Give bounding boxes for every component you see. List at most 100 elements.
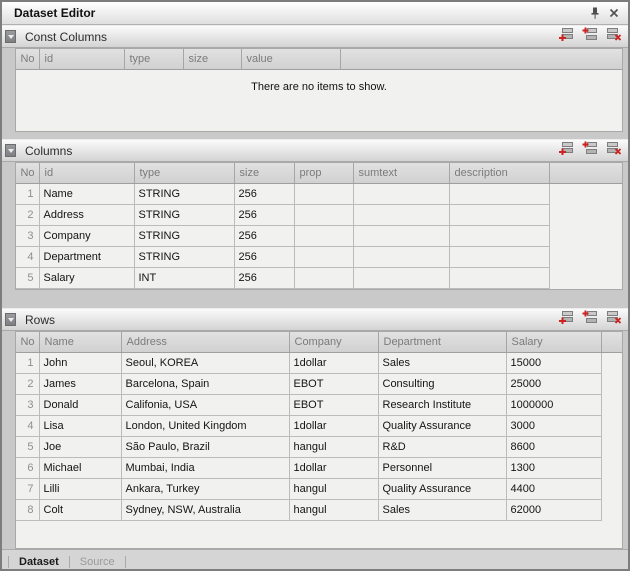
cell[interactable]: 1000000 <box>506 395 601 416</box>
row-number[interactable]: 3 <box>16 395 39 416</box>
cell[interactable]: hangul <box>289 479 378 500</box>
cell[interactable]: Quality Assurance <box>378 479 506 500</box>
column-header-no[interactable]: No <box>16 332 39 353</box>
cell[interactable]: EBOT <box>289 374 378 395</box>
tab-dataset[interactable]: Dataset <box>9 556 69 568</box>
cell[interactable]: hangul <box>289 437 378 458</box>
cell[interactable]: Joe <box>39 437 121 458</box>
cell[interactable]: Lisa <box>39 416 121 437</box>
cell[interactable]: Sales <box>378 353 506 374</box>
cell[interactable]: London, United Kingdom <box>121 416 289 437</box>
cell[interactable]: São Paulo, Brazil <box>121 437 289 458</box>
pin-icon[interactable] <box>585 5 604 22</box>
row-number[interactable]: 2 <box>16 205 39 226</box>
cell[interactable]: 1dollar <box>289 416 378 437</box>
cell[interactable]: 1dollar <box>289 353 378 374</box>
insert-row-icon[interactable] <box>582 141 598 160</box>
cell[interactable]: Quality Assurance <box>378 416 506 437</box>
cell[interactable]: Mumbai, India <box>121 458 289 479</box>
delete-row-icon[interactable] <box>606 27 622 46</box>
cell[interactable]: 25000 <box>506 374 601 395</box>
row-number[interactable]: 1 <box>16 353 39 374</box>
cell[interactable]: Sales <box>378 500 506 521</box>
add-row-icon[interactable] <box>558 141 574 160</box>
cell[interactable]: 256 <box>234 205 294 226</box>
cell[interactable] <box>449 184 549 205</box>
column-header-prop[interactable]: prop <box>294 163 353 184</box>
cell[interactable]: 256 <box>234 226 294 247</box>
cell[interactable]: INT <box>134 268 234 289</box>
cell[interactable]: 256 <box>234 247 294 268</box>
row-number[interactable]: 5 <box>16 268 39 289</box>
cell[interactable]: Personnel <box>378 458 506 479</box>
row-number[interactable]: 6 <box>16 458 39 479</box>
cell[interactable]: Seoul, KOREA <box>121 353 289 374</box>
row-number[interactable]: 4 <box>16 416 39 437</box>
column-header-department[interactable]: Department <box>378 332 506 353</box>
cell[interactable]: 62000 <box>506 500 601 521</box>
cell[interactable]: Michael <box>39 458 121 479</box>
column-header-company[interactable]: Company <box>289 332 378 353</box>
cell[interactable]: Barcelona, Spain <box>121 374 289 395</box>
cell[interactable] <box>449 268 549 289</box>
insert-row-icon[interactable] <box>582 310 598 329</box>
cell[interactable] <box>353 268 449 289</box>
add-row-icon[interactable] <box>558 27 574 46</box>
cell[interactable]: STRING <box>134 205 234 226</box>
cell[interactable]: 1300 <box>506 458 601 479</box>
cell[interactable] <box>294 268 353 289</box>
chevron-down-icon[interactable] <box>5 30 16 43</box>
cell[interactable] <box>294 184 353 205</box>
cell[interactable]: 3000 <box>506 416 601 437</box>
cell[interactable] <box>449 205 549 226</box>
column-header-name[interactable]: Name <box>39 332 121 353</box>
cell[interactable]: 256 <box>234 268 294 289</box>
close-icon[interactable] <box>604 5 623 22</box>
cell[interactable]: James <box>39 374 121 395</box>
cell[interactable]: EBOT <box>289 395 378 416</box>
cell[interactable]: Sydney, NSW, Australia <box>121 500 289 521</box>
cell[interactable]: 256 <box>234 184 294 205</box>
cell[interactable]: Lilli <box>39 479 121 500</box>
cell[interactable]: Donald <box>39 395 121 416</box>
cell[interactable] <box>294 247 353 268</box>
column-header-size[interactable]: size <box>183 49 241 70</box>
column-header-type[interactable]: type <box>124 49 183 70</box>
cell[interactable]: Name <box>39 184 134 205</box>
column-header-sumtext[interactable]: sumtext <box>353 163 449 184</box>
tab-source[interactable]: Source <box>70 556 125 568</box>
cell[interactable] <box>449 226 549 247</box>
chevron-down-icon[interactable] <box>5 313 16 326</box>
delete-row-icon[interactable] <box>606 310 622 329</box>
cell[interactable] <box>353 205 449 226</box>
column-header-salary[interactable]: Salary <box>506 332 601 353</box>
cell[interactable]: STRING <box>134 184 234 205</box>
cell[interactable]: Ankara, Turkey <box>121 479 289 500</box>
cell[interactable]: Consulting <box>378 374 506 395</box>
cell[interactable]: 1dollar <box>289 458 378 479</box>
cell[interactable]: Department <box>39 247 134 268</box>
cell[interactable]: 4400 <box>506 479 601 500</box>
column-header-size[interactable]: size <box>234 163 294 184</box>
insert-row-icon[interactable] <box>582 27 598 46</box>
cell[interactable]: Colt <box>39 500 121 521</box>
cell[interactable]: 15000 <box>506 353 601 374</box>
column-header-id[interactable]: id <box>39 49 124 70</box>
column-header-value[interactable]: value <box>241 49 340 70</box>
column-header-type[interactable]: type <box>134 163 234 184</box>
row-number[interactable]: 8 <box>16 500 39 521</box>
column-header-no[interactable]: No <box>16 49 39 70</box>
cell[interactable]: Salary <box>39 268 134 289</box>
cell[interactable] <box>353 226 449 247</box>
row-number[interactable]: 4 <box>16 247 39 268</box>
row-number[interactable]: 1 <box>16 184 39 205</box>
cell[interactable]: Research Institute <box>378 395 506 416</box>
cell[interactable]: Califonia, USA <box>121 395 289 416</box>
cell[interactable]: 8600 <box>506 437 601 458</box>
column-header-description[interactable]: description <box>449 163 549 184</box>
row-number[interactable]: 7 <box>16 479 39 500</box>
cell[interactable]: STRING <box>134 247 234 268</box>
cell[interactable]: Address <box>39 205 134 226</box>
cell[interactable] <box>353 184 449 205</box>
cell[interactable] <box>449 247 549 268</box>
